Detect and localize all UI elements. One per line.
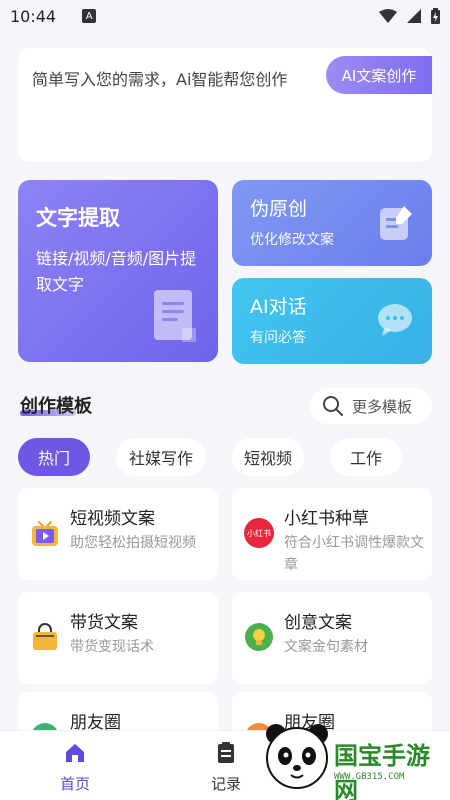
template-subtitle: 助您轻松拍摄短视频 xyxy=(70,535,196,551)
clipboard-icon xyxy=(218,742,234,763)
pseudo-original-card[interactable]: 伪原创 优化修改文案 xyxy=(232,180,432,266)
panda-logo-icon xyxy=(266,724,328,789)
template-card-short-video[interactable]: 短视频文案 助您轻松拍摄短视频 xyxy=(18,488,218,580)
xiaohongshu-icon-text: 小红书 xyxy=(247,528,271,538)
watermark: 国宝手游网 WWW.GB315.COM xyxy=(262,716,450,800)
tab-work[interactable]: 工作 xyxy=(330,438,402,476)
chat-bubble-icon xyxy=(378,304,412,336)
lightbulb-icon xyxy=(245,623,273,651)
status-icons xyxy=(379,8,440,24)
shopping-bag-icon xyxy=(33,623,57,650)
more-templates-label: 更多模板 xyxy=(352,397,413,416)
tab-social-writing[interactable]: 社媒写作 xyxy=(116,438,206,476)
tab-hot[interactable]: 热门 xyxy=(18,438,90,476)
template-title: 短视频文案 xyxy=(70,509,155,529)
ai-prompt-card[interactable]: 简单写入您的需求，Ai智能帮您创作 AI文案创作 xyxy=(18,48,432,162)
nav-records-label: 记录 xyxy=(210,775,241,793)
prompt-input-placeholder[interactable]: 简单写入您的需求，Ai智能帮您创作 xyxy=(32,66,287,90)
watermark-text: 国宝手游网 xyxy=(334,742,430,800)
template-card-xiaohongshu[interactable]: 小红书 小红书种草 符合小红书调性爆款文章 xyxy=(232,488,432,580)
template-title: 创意文案 xyxy=(284,613,352,633)
ai-dialog-card[interactable]: AI对话 有问必答 xyxy=(232,278,432,364)
tv-icon xyxy=(32,521,58,546)
tab-short-video[interactable]: 短视频 xyxy=(232,438,304,476)
template-card-creative-copy[interactable]: 创意文案 文案金句素材 xyxy=(232,592,432,684)
template-title: 小红书种草 xyxy=(284,509,369,529)
template-title: 带货文案 xyxy=(70,613,138,633)
template-card-sales-copy[interactable]: 带货文案 带货变现话术 xyxy=(18,592,218,684)
battery-icon xyxy=(431,8,440,24)
template-subtitle: 文案金句素材 xyxy=(284,639,368,655)
text-extract-card[interactable]: 文字提取 链接/视频/音频/图片提取文字 xyxy=(18,180,218,362)
template-tabs: 热门 社媒写作 短视频 工作 xyxy=(18,438,450,478)
text-extract-title: 文字提取 xyxy=(36,206,120,230)
status-bar: 10:44 A xyxy=(0,0,450,32)
signal-icon xyxy=(407,9,421,23)
template-subtitle: 带货变现话术 xyxy=(70,639,154,655)
wifi-icon xyxy=(379,9,397,23)
home-icon xyxy=(66,744,84,762)
status-time: 10:44 xyxy=(10,6,57,26)
section-title: 创作模板 xyxy=(20,396,92,417)
more-templates-button[interactable]: 更多模板 xyxy=(310,388,432,424)
watermark-url: WWW.GB315.COM xyxy=(334,772,405,782)
xiaohongshu-icon: 小红书 xyxy=(244,518,274,548)
nav-records[interactable]: 记录 xyxy=(196,741,256,794)
notification-a-icon: A xyxy=(82,9,97,23)
search-icon xyxy=(323,396,343,416)
document-icon xyxy=(154,290,196,342)
edit-document-icon xyxy=(380,206,412,240)
template-subtitle: 符合小红书调性爆款文章 xyxy=(284,535,424,573)
ai-copywriting-button[interactable]: AI文案创作 xyxy=(326,56,432,94)
nav-home-label: 首页 xyxy=(59,775,90,793)
nav-home[interactable]: 首页 xyxy=(45,741,105,794)
